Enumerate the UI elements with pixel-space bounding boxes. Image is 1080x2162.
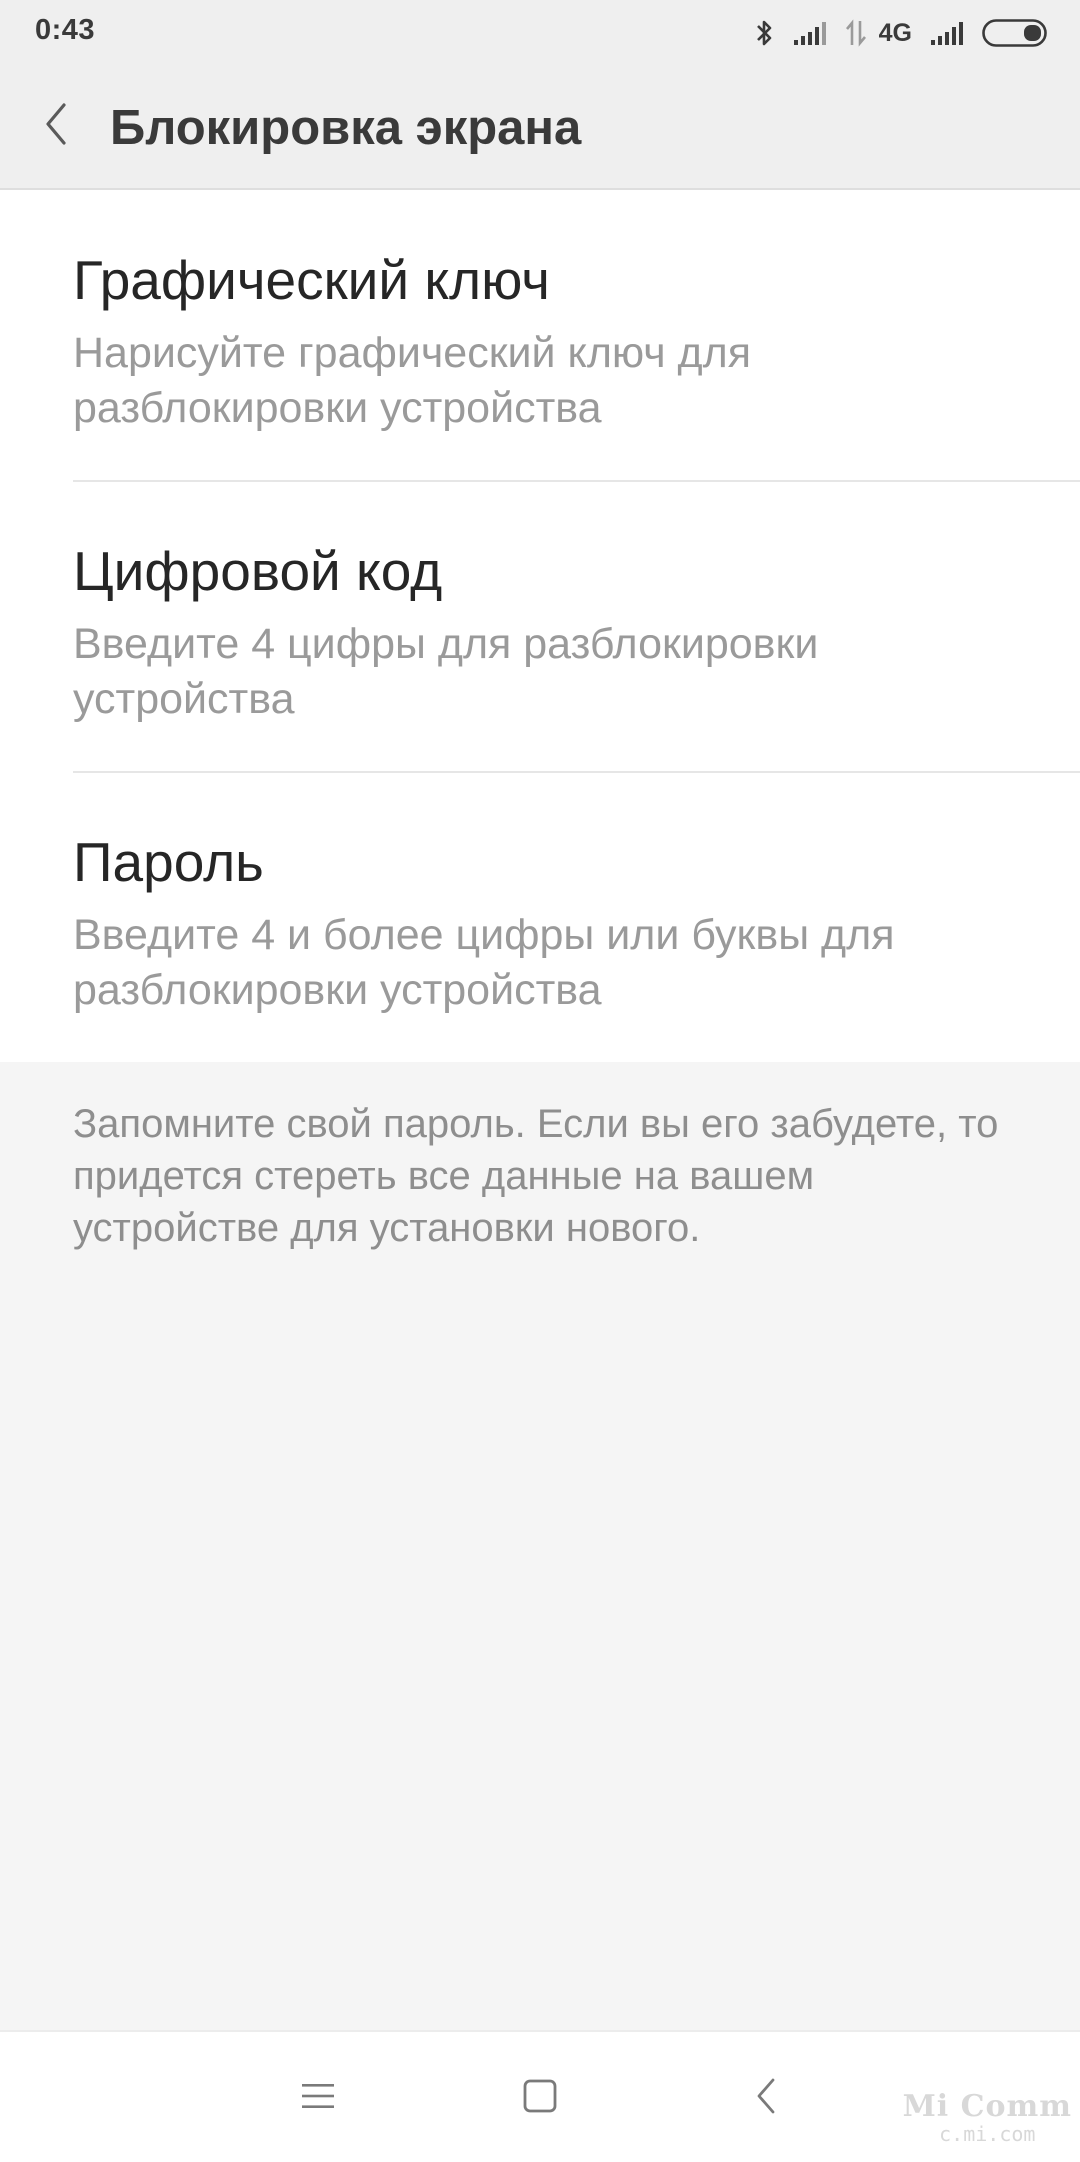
header: Блокировка экрана <box>0 66 1080 190</box>
option-description: Нарисуйте графический ключ для разблокир… <box>73 329 752 432</box>
signal-icon <box>793 20 827 46</box>
home-icon <box>523 2079 557 2118</box>
option-description: Введите 4 и более цифры или буквы для ра… <box>73 911 895 1014</box>
bluetooth-icon <box>753 18 775 48</box>
option-pin[interactable]: Цифровой код Введите 4 цифры для разблок… <box>0 481 1080 770</box>
menu-button[interactable] <box>288 2068 348 2128</box>
watermark-main: Mi Comm <box>902 2089 1072 2124</box>
watermark-sub: c.mi.com <box>939 2122 1036 2146</box>
option-title: Пароль <box>73 831 264 893</box>
status-icons: 4G <box>753 16 1048 50</box>
option-password[interactable]: Пароль Введите 4 и более цифры или буквы… <box>0 772 1080 1061</box>
page-title: Блокировка экрана <box>110 101 582 155</box>
status-time: 0:43 <box>35 14 96 46</box>
battery-icon <box>982 19 1048 47</box>
signal-icon <box>930 20 964 46</box>
option-title: Цифровой код <box>73 540 443 602</box>
chevron-left-icon <box>42 101 70 152</box>
back-nav-button[interactable] <box>736 2068 796 2128</box>
back-button[interactable] <box>28 96 84 156</box>
navigation-bar: Mi Comm c.mi.com <box>0 2030 1080 2162</box>
menu-icon <box>301 2081 335 2116</box>
option-pattern[interactable]: Графический ключ Нарисуйте графический к… <box>0 190 1080 479</box>
option-title: Графический ключ <box>73 249 550 311</box>
home-button[interactable] <box>510 2068 570 2128</box>
data-transfer-icon <box>845 19 867 47</box>
back-icon <box>754 2077 778 2120</box>
status-bar: 0:43 4G <box>0 0 1080 66</box>
watermark: Mi Comm c.mi.com <box>902 2089 1072 2146</box>
password-warning-note: Запомните свой пароль. Если вы его забуд… <box>73 1102 999 1250</box>
lock-options-list: Графический ключ Нарисуйте графический к… <box>0 190 1080 1062</box>
network-type-label: 4G <box>878 18 912 47</box>
option-description: Введите 4 цифры для разблокировки устрой… <box>73 620 819 723</box>
